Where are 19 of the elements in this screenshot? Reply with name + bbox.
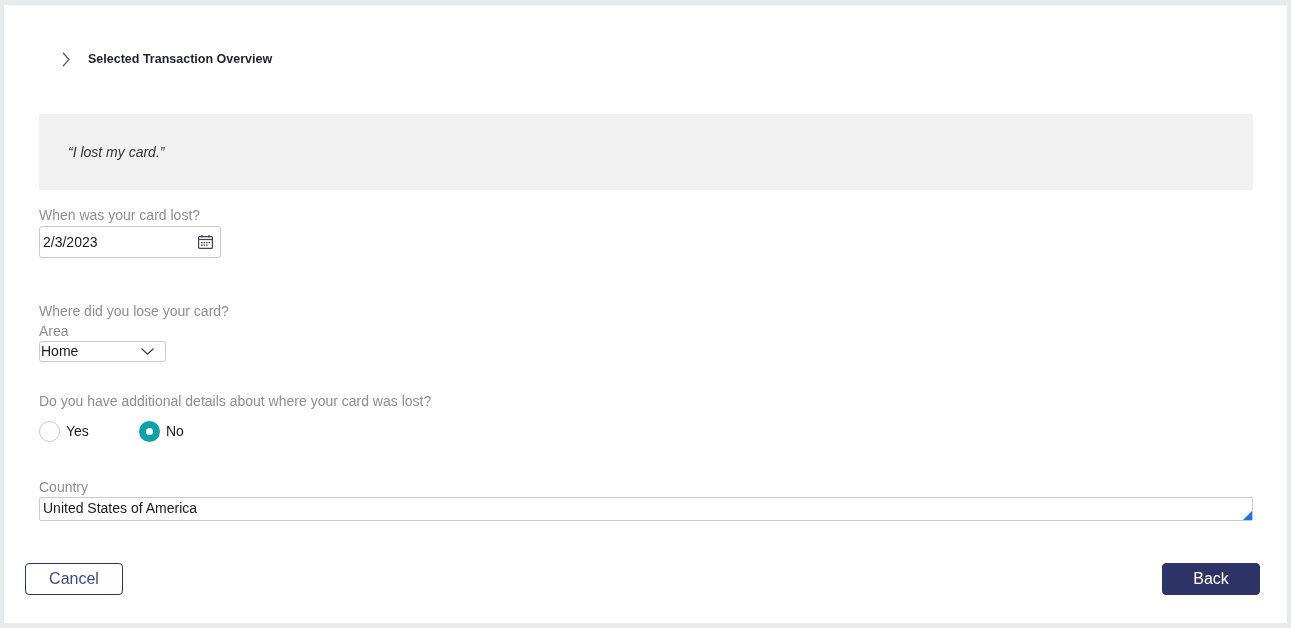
field-label: When was your card lost? <box>39 206 201 225</box>
country-textarea[interactable]: United States of America <box>39 497 1253 521</box>
calendar-icon <box>198 235 213 249</box>
cancel-button[interactable]: Cancel <box>25 563 123 595</box>
radio-button[interactable] <box>39 421 60 442</box>
section-toggle[interactable]: Selected Transaction Overview <box>62 51 273 68</box>
radio-button[interactable] <box>139 421 160 442</box>
back-button[interactable]: Back <box>1162 563 1260 595</box>
area-dropdown[interactable]: Home <box>39 341 166 362</box>
option-label: No <box>166 422 184 441</box>
date-field[interactable]: 2/3/2023 <box>39 226 221 258</box>
option-label: Yes <box>66 422 89 441</box>
chevron-down-icon <box>141 348 154 355</box>
field-label: Area <box>39 322 69 341</box>
resize-handle-icon <box>1243 511 1252 520</box>
field-label: Country <box>39 478 89 497</box>
quote-text: “I lost my card.” <box>68 142 165 162</box>
field-label: Do you have additional details about where your card was lost? <box>39 392 432 411</box>
field-label: Where did you lose your card? <box>39 302 229 321</box>
